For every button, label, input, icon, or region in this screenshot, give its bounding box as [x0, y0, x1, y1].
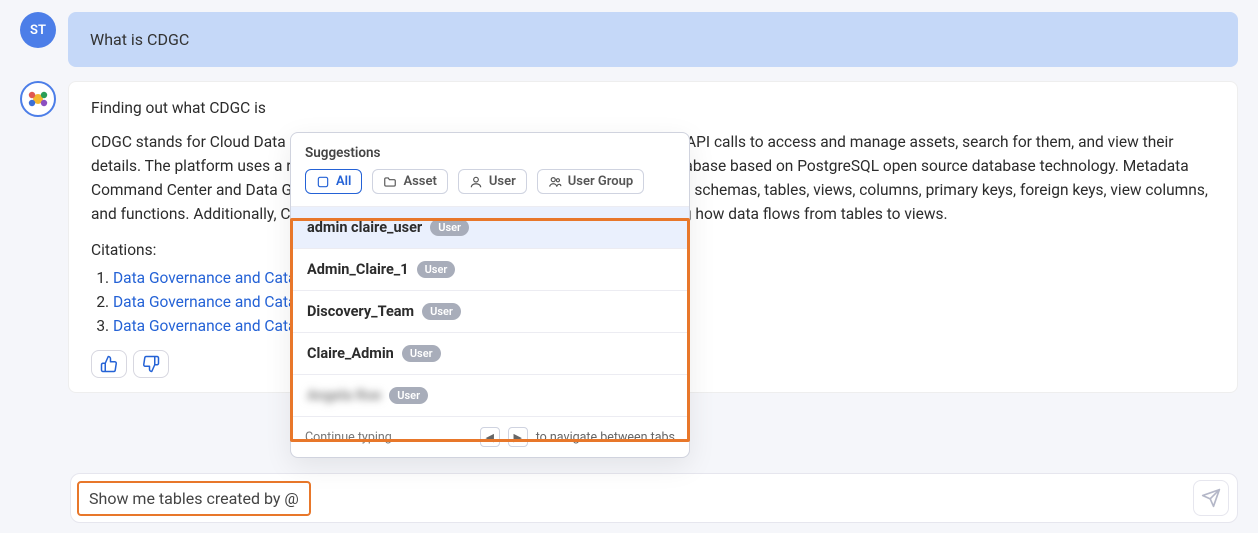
suggestions-filters: All Asset User User Group [291, 169, 689, 206]
filter-all[interactable]: All [305, 169, 362, 194]
suggestion-item[interactable]: Discovery_Team User [291, 290, 689, 332]
continue-typing-hint: Continue typing… [305, 430, 400, 445]
suggestion-item[interactable]: Claire_Admin User [291, 332, 689, 374]
user-icon [469, 175, 483, 189]
suggestion-name: Admin_Claire_1 [307, 261, 409, 278]
bot-heading: Finding out what CDGC is [91, 96, 1215, 120]
suggestion-item[interactable]: admin claire_user User [291, 206, 689, 248]
nav-prev-button[interactable]: ◀ [480, 427, 500, 447]
suggestion-item[interactable]: Angela Roe User [291, 374, 689, 416]
filter-user-group[interactable]: User Group [537, 169, 644, 194]
user-message: What is CDGC [68, 12, 1238, 67]
suggestion-name: admin claire_user [307, 219, 422, 236]
nav-hint: to navigate between tabs [536, 430, 675, 445]
suggestions-footer: Continue typing… ◀ ▶ to navigate between… [291, 416, 689, 457]
thumbs-up-icon [100, 355, 118, 373]
suggestions-title: Suggestions [291, 133, 689, 169]
suggestion-name: Claire_Admin [307, 345, 394, 362]
thumbs-up-button[interactable] [91, 350, 127, 378]
filter-user[interactable]: User [458, 169, 527, 194]
suggestion-item[interactable]: Admin_Claire_1 User [291, 248, 689, 290]
filter-asset[interactable]: Asset [372, 169, 447, 194]
filter-label: User [489, 174, 516, 189]
suggestion-tag: User [430, 219, 469, 236]
chat-input-bar: Show me tables created by @ [70, 473, 1238, 523]
nav-next-button[interactable]: ▶ [508, 427, 528, 447]
users-icon [548, 175, 562, 189]
filter-label: User Group [568, 174, 633, 189]
suggestion-name: Discovery_Team [307, 303, 414, 320]
bot-avatar [20, 81, 56, 117]
send-button[interactable] [1193, 480, 1229, 516]
suggestions-list: admin claire_user User Admin_Claire_1 Us… [291, 206, 689, 416]
suggestion-tag: User [402, 345, 441, 362]
suggestion-name: Angela Roe [307, 387, 381, 404]
user-avatar: ST [20, 12, 56, 48]
suggestions-popover: Suggestions All Asset User User Group ad… [290, 132, 690, 458]
thumbs-down-button[interactable] [133, 350, 169, 378]
assistant-logo-icon [26, 87, 50, 111]
suggestion-tag: User [422, 303, 461, 320]
suggestion-tag: User [389, 387, 428, 404]
folder-icon [383, 175, 397, 189]
filter-label: All [336, 174, 351, 189]
chat-input[interactable]: Show me tables created by @ [77, 481, 311, 516]
all-icon [316, 175, 330, 189]
send-icon [1201, 488, 1221, 508]
thumbs-down-icon [142, 355, 160, 373]
suggestion-tag: User [417, 261, 456, 278]
filter-label: Asset [403, 174, 436, 189]
